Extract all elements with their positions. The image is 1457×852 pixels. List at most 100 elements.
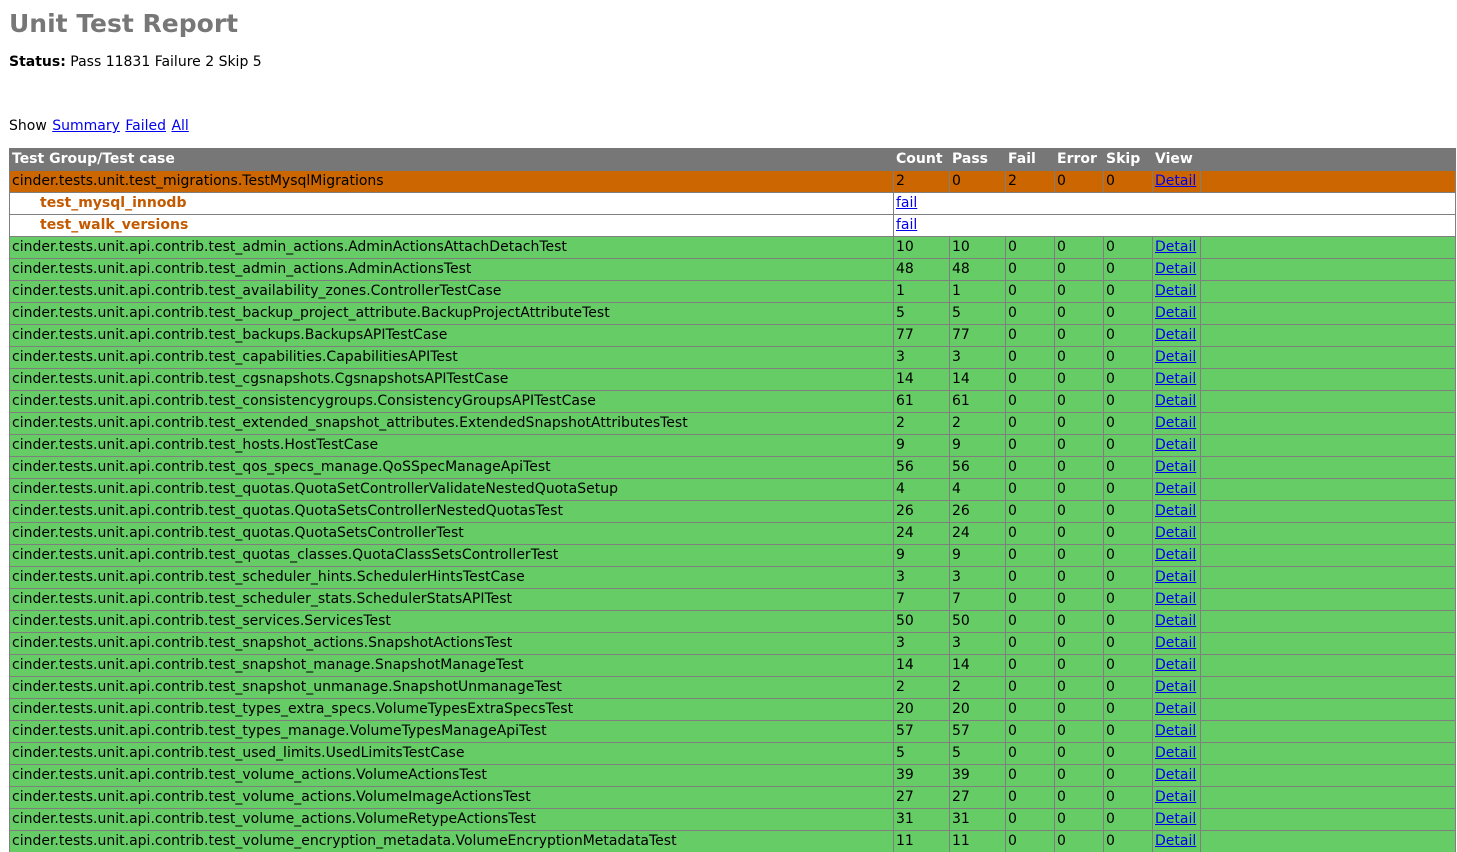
group-name-cell: cinder.tests.unit.api.contrib.test_hosts… <box>9 434 894 457</box>
row-spacer-cell <box>1200 808 1456 831</box>
group-name-cell: cinder.tests.unit.api.contrib.test_sched… <box>9 566 894 589</box>
test-group-row: cinder.tests.unit.api.contrib.test_types… <box>9 698 1456 721</box>
pass-cell: 11 <box>949 830 1006 852</box>
detail-link[interactable]: Detail <box>1155 745 1196 761</box>
detail-link[interactable]: Detail <box>1155 679 1196 695</box>
detail-link[interactable]: Detail <box>1155 701 1196 717</box>
detail-link[interactable]: Detail <box>1155 613 1196 629</box>
error-cell: 0 <box>1054 654 1104 677</box>
show-summary-link[interactable]: Summary <box>52 118 120 134</box>
test-group-row: cinder.tests.unit.api.contrib.test_exten… <box>9 412 1456 435</box>
error-cell: 0 <box>1054 434 1104 457</box>
detail-link[interactable]: Detail <box>1155 437 1196 453</box>
detail-link[interactable]: Detail <box>1155 481 1196 497</box>
view-cell: Detail <box>1152 654 1201 677</box>
skip-cell: 0 <box>1103 368 1153 391</box>
count-cell: 61 <box>893 390 950 413</box>
detail-link[interactable]: Detail <box>1155 833 1196 849</box>
detail-link[interactable]: Detail <box>1155 789 1196 805</box>
error-cell: 0 <box>1054 324 1104 347</box>
detail-link[interactable]: Detail <box>1155 305 1196 321</box>
pass-cell: 31 <box>949 808 1006 831</box>
detail-link[interactable]: Detail <box>1155 261 1196 277</box>
fail-cell: 2 <box>1005 170 1055 193</box>
fail-cell: 0 <box>1005 632 1055 655</box>
pass-cell: 26 <box>949 500 1006 523</box>
detail-link[interactable]: Detail <box>1155 371 1196 387</box>
show-all-link[interactable]: All <box>171 118 188 134</box>
detail-link[interactable]: Detail <box>1155 525 1196 541</box>
fail-cell: 0 <box>1005 588 1055 611</box>
test-group-row: cinder.tests.unit.api.contrib.test_snaps… <box>9 654 1456 677</box>
pass-cell: 3 <box>949 566 1006 589</box>
test-case-row: test_walk_versions fail <box>9 214 1456 237</box>
detail-link[interactable]: Detail <box>1155 393 1196 409</box>
error-cell: 0 <box>1054 456 1104 479</box>
test-group-row: cinder.tests.unit.api.contrib.test_volum… <box>9 808 1456 831</box>
detail-link[interactable]: Detail <box>1155 635 1196 651</box>
detail-link[interactable]: Detail <box>1155 569 1196 585</box>
detail-link[interactable]: Detail <box>1155 327 1196 343</box>
row-spacer-cell <box>1200 368 1456 391</box>
detail-link[interactable]: Detail <box>1155 591 1196 607</box>
group-name-cell: cinder.tests.unit.test_migrations.TestMy… <box>9 170 894 193</box>
skip-cell: 0 <box>1103 522 1153 545</box>
detail-link[interactable]: Detail <box>1155 349 1196 365</box>
error-cell: 0 <box>1054 258 1104 281</box>
pass-cell: 24 <box>949 522 1006 545</box>
detail-link[interactable]: Detail <box>1155 239 1196 255</box>
detail-link[interactable]: Detail <box>1155 283 1196 299</box>
view-cell: Detail <box>1152 302 1201 325</box>
test-group-row: cinder.tests.unit.api.contrib.test_sched… <box>9 588 1456 611</box>
fail-result-link[interactable]: fail <box>896 217 917 233</box>
detail-link[interactable]: Detail <box>1155 459 1196 475</box>
error-cell: 0 <box>1054 280 1104 303</box>
detail-link[interactable]: Detail <box>1155 767 1196 783</box>
test-group-row: cinder.tests.unit.api.contrib.test_admin… <box>9 258 1456 281</box>
detail-link[interactable]: Detail <box>1155 547 1196 563</box>
detail-link[interactable]: Detail <box>1155 173 1196 189</box>
row-spacer-cell <box>1200 610 1456 633</box>
row-spacer-cell <box>1200 478 1456 501</box>
row-spacer-cell <box>1200 676 1456 699</box>
row-spacer-cell <box>1200 170 1456 193</box>
test-group-row: cinder.tests.unit.api.contrib.test_servi… <box>9 610 1456 633</box>
row-spacer-cell <box>1200 302 1456 325</box>
detail-link[interactable]: Detail <box>1155 503 1196 519</box>
skip-cell: 0 <box>1103 170 1153 193</box>
group-name-cell: cinder.tests.unit.api.contrib.test_volum… <box>9 830 894 852</box>
header-test-group: Test Group/Test case <box>9 148 894 171</box>
show-filter: Show Summary Failed All <box>9 116 189 136</box>
test-group-row: cinder.tests.unit.test_migrations.TestMy… <box>9 170 1456 193</box>
group-name-cell: cinder.tests.unit.api.contrib.test_volum… <box>9 786 894 809</box>
count-cell: 9 <box>893 434 950 457</box>
detail-link[interactable]: Detail <box>1155 657 1196 673</box>
count-cell: 77 <box>893 324 950 347</box>
fail-cell: 0 <box>1005 412 1055 435</box>
view-cell: Detail <box>1152 324 1201 347</box>
skip-cell: 0 <box>1103 412 1153 435</box>
detail-link[interactable]: Detail <box>1155 811 1196 827</box>
error-cell: 0 <box>1054 808 1104 831</box>
detail-link[interactable]: Detail <box>1155 415 1196 431</box>
group-name-cell: cinder.tests.unit.api.contrib.test_exten… <box>9 412 894 435</box>
fail-cell: 0 <box>1005 390 1055 413</box>
fail-cell: 0 <box>1005 830 1055 852</box>
fail-cell: 0 <box>1005 742 1055 765</box>
header-skip: Skip <box>1103 148 1153 171</box>
test-group-row: cinder.tests.unit.api.contrib.test_admin… <box>9 236 1456 259</box>
group-name-cell: cinder.tests.unit.api.contrib.test_types… <box>9 698 894 721</box>
fail-cell: 0 <box>1005 654 1055 677</box>
pass-cell: 9 <box>949 544 1006 567</box>
show-failed-link[interactable]: Failed <box>125 118 166 134</box>
error-cell: 0 <box>1054 588 1104 611</box>
skip-cell: 0 <box>1103 544 1153 567</box>
skip-cell: 0 <box>1103 676 1153 699</box>
skip-cell: 0 <box>1103 610 1153 633</box>
fail-result-link[interactable]: fail <box>896 195 917 211</box>
view-cell: Detail <box>1152 566 1201 589</box>
error-cell: 0 <box>1054 676 1104 699</box>
view-cell: Detail <box>1152 258 1201 281</box>
count-cell: 57 <box>893 720 950 743</box>
detail-link[interactable]: Detail <box>1155 723 1196 739</box>
